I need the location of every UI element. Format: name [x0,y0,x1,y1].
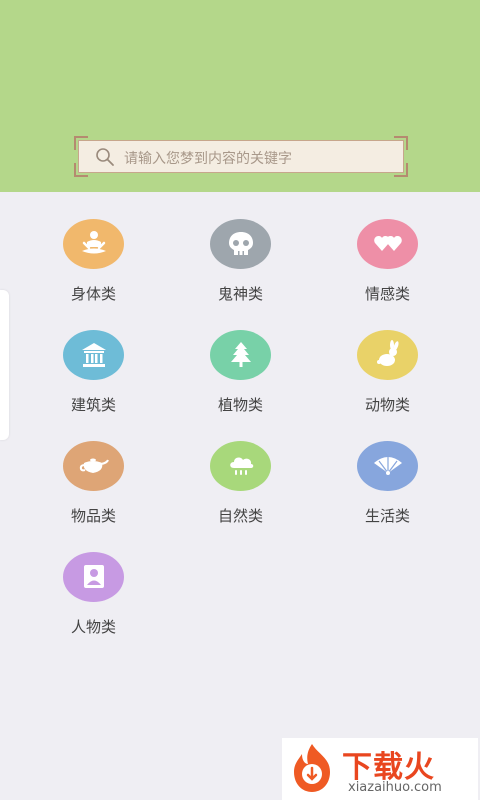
category-label: 动物类 [364,396,410,414]
watermark-domain: xiazaihuo.com [348,780,442,795]
category-nature[interactable]: 自然类 [180,441,300,541]
category-label: 自然类 [217,507,263,525]
category-label: 生活类 [364,507,410,525]
rain-cloud-icon [230,457,254,475]
category-person-circle [63,552,124,602]
teapot-icon [79,458,109,473]
meditation-person-icon [82,231,106,254]
category-body[interactable]: 身体类 [33,219,153,319]
watermark: 下载火 xiazaihuo.com [282,738,478,800]
temple-building-icon [82,343,106,367]
category-label: 植物类 [217,396,263,414]
pine-tree-icon [231,342,251,367]
category-label: 身体类 [70,285,116,303]
category-emotion-circle [357,219,418,269]
person-icon [84,565,104,588]
rabbit-icon [377,340,399,366]
category-ghost[interactable]: 鬼神类 [180,219,300,319]
skull-icon [229,232,253,255]
category-person[interactable]: 人物类 [33,552,153,652]
category-plant-circle [210,330,271,380]
folding-fan-icon [374,457,402,475]
category-object-circle [63,441,124,491]
category-building-circle [63,330,124,380]
category-nature-circle [210,441,271,491]
category-emotion[interactable]: 情感类 [327,219,447,319]
category-label: 情感类 [364,285,410,303]
category-body-circle [63,219,124,269]
category-ghost-circle [210,219,271,269]
category-life-circle [357,441,418,491]
category-label: 物品类 [70,507,116,525]
two-hearts-icon [374,236,402,251]
category-building[interactable]: 建筑类 [33,330,153,430]
category-animal-circle [357,330,418,380]
category-animal[interactable]: 动物类 [327,330,447,430]
category-object[interactable]: 物品类 [33,441,153,541]
fire-logo-icon [294,744,330,792]
category-plant[interactable]: 植物类 [180,330,300,430]
category-grid: 身体类 鬼神类 情感类 建筑类 植物类 动物类 物品类 自然类 生活类 人物类 [0,0,480,800]
category-label: 鬼神类 [217,285,263,303]
category-life[interactable]: 生活类 [327,441,447,541]
category-label: 建筑类 [70,396,116,414]
category-label: 人物类 [70,618,116,636]
